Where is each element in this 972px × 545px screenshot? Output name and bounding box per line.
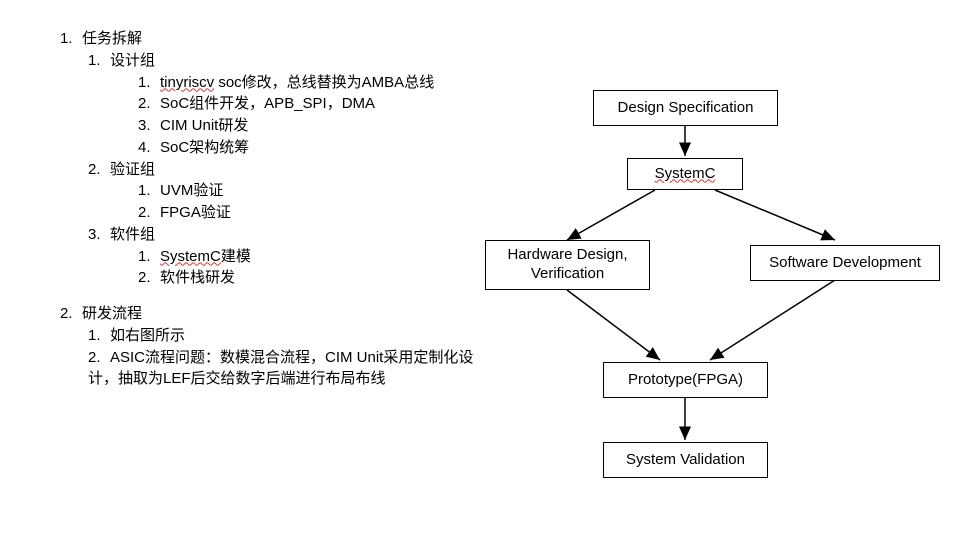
list-label: 验证组 — [110, 161, 155, 178]
list-label-prefix: tinyriscv — [160, 74, 214, 91]
list-label: CIM Unit研发 — [160, 117, 248, 134]
list-number: 1. — [138, 180, 160, 202]
list-label-prefix: SystemC — [160, 248, 221, 265]
node-label: Prototype(FPGA) — [628, 371, 743, 390]
outline-item: 3.CIM Unit研发 — [138, 115, 480, 137]
list-label: 研发流程 — [82, 305, 142, 322]
list-label: 设计组 — [110, 52, 155, 69]
list-number: 3. — [138, 115, 160, 137]
list-label: 软件组 — [110, 226, 155, 243]
flow-node-hw: Hardware Design, Verification — [485, 240, 650, 290]
outline-item: 2.研发流程 1.如右图所示 2.ASIC流程问题：数模混合流程，CIM Uni… — [60, 303, 480, 390]
node-label: Design Specification — [618, 99, 754, 118]
flowchart-panel: Design Specification SystemC Hardware De… — [485, 80, 955, 510]
list-label-rest: soc修改，总线替换为AMBA总线 — [214, 74, 434, 91]
outline-item: 2.ASIC流程问题：数模混合流程，CIM Unit采用定制化设计，抽取为LEF… — [88, 347, 480, 391]
list-number: 2. — [60, 303, 82, 325]
list-label: SoC组件开发，APB_SPI，DMA — [160, 95, 375, 112]
list-number: 2. — [88, 159, 110, 181]
list-number: 1. — [88, 325, 110, 347]
outline-panel: 1.任务拆解 1.设计组 1.tinyriscv soc修改，总线替换为AMBA… — [60, 28, 480, 404]
outline-item: 1.设计组 1.tinyriscv soc修改，总线替换为AMBA总线 2.So… — [88, 50, 480, 159]
list-label: 任务拆解 — [82, 30, 142, 47]
outline-item: 1.tinyriscv soc修改，总线替换为AMBA总线 — [138, 72, 480, 94]
outline-item: 1.SystemC建模 — [138, 246, 480, 268]
list-label: ASIC流程问题：数模混合流程，CIM Unit采用定制化设计，抽取为LEF后交… — [88, 349, 473, 388]
list-number: 2. — [88, 347, 110, 369]
flow-node-valid: System Validation — [603, 442, 768, 478]
list-label: 软件栈研发 — [160, 269, 235, 286]
list-number: 2. — [138, 267, 160, 289]
node-label: Hardware Design, Verification — [507, 246, 627, 284]
outline-item: 1.如右图所示 — [88, 325, 480, 347]
outline-item: 1.任务拆解 1.设计组 1.tinyriscv soc修改，总线替换为AMBA… — [60, 28, 480, 289]
outline-item: 2.FPGA验证 — [138, 202, 480, 224]
list-number: 1. — [138, 246, 160, 268]
list-label: UVM验证 — [160, 182, 223, 199]
list-number: 2. — [138, 202, 160, 224]
outline-item: 2.验证组 1.UVM验证 2.FPGA验证 — [88, 159, 480, 224]
outline-item: 2.SoC组件开发，APB_SPI，DMA — [138, 93, 480, 115]
list-number: 2. — [138, 93, 160, 115]
node-label: Software Development — [769, 254, 921, 273]
flow-node-spec: Design Specification — [593, 90, 778, 126]
node-label: System Validation — [626, 451, 745, 470]
list-label: FPGA验证 — [160, 204, 231, 221]
list-label: 如右图所示 — [110, 327, 185, 344]
outline-item: 2.软件栈研发 — [138, 267, 480, 289]
list-label-rest: 建模 — [221, 248, 251, 265]
outline-item: 3.软件组 1.SystemC建模 2.软件栈研发 — [88, 224, 480, 289]
list-number: 4. — [138, 137, 160, 159]
flow-node-sw: Software Development — [750, 245, 940, 281]
list-number: 1. — [138, 72, 160, 94]
list-number: 1. — [60, 28, 82, 50]
node-label: SystemC — [655, 165, 716, 184]
list-number: 3. — [88, 224, 110, 246]
list-number: 1. — [88, 50, 110, 72]
list-label: SoC架构统筹 — [160, 139, 249, 156]
outline-item: 4.SoC架构统筹 — [138, 137, 480, 159]
flow-node-systemc: SystemC — [627, 158, 743, 190]
outline-item: 1.UVM验证 — [138, 180, 480, 202]
flow-node-proto: Prototype(FPGA) — [603, 362, 768, 398]
